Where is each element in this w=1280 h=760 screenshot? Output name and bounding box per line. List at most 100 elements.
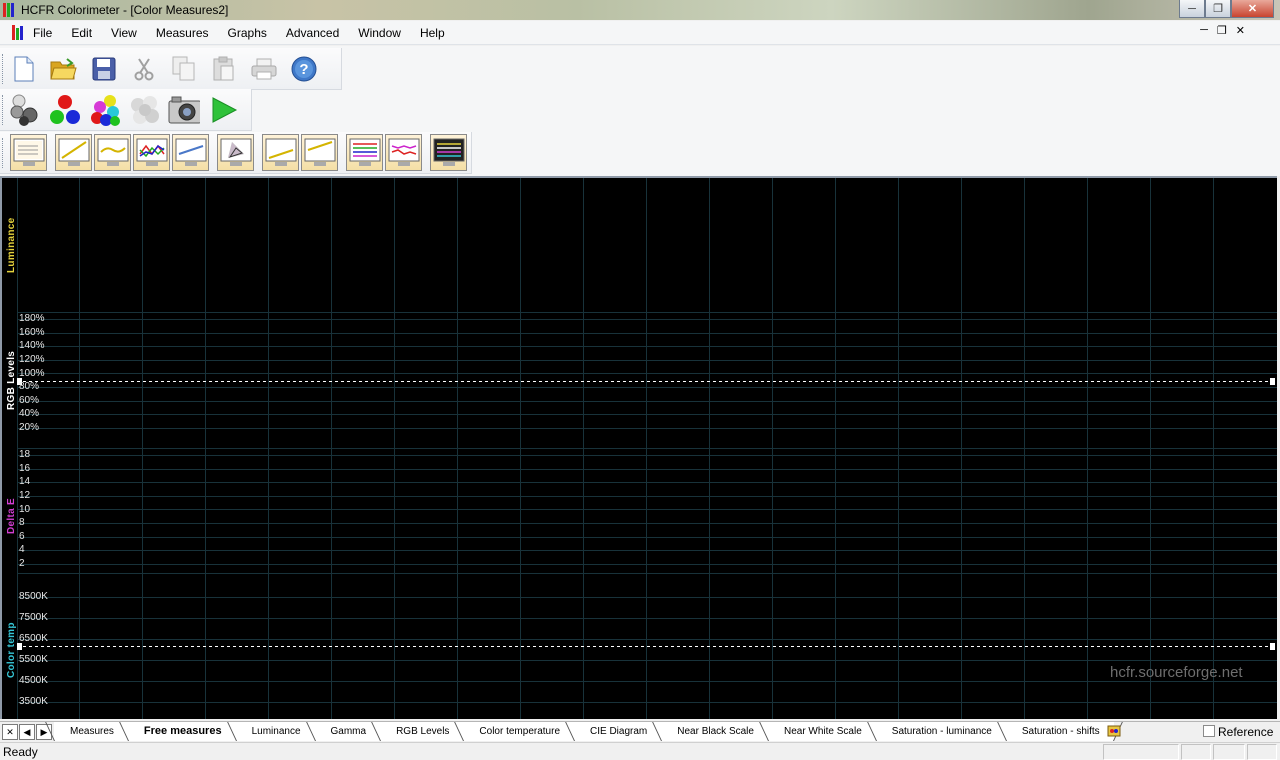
- saturation-measure-icon[interactable]: [128, 94, 160, 126]
- color-temp-tick: 3500K: [19, 696, 48, 707]
- color-temp-tick: 6500K: [19, 633, 48, 644]
- cie-diagram-icon[interactable]: [217, 134, 254, 171]
- window-title: HCFR Colorimeter - [Color Measures2]: [21, 3, 229, 17]
- gray-scale-measure-icon[interactable]: [8, 94, 40, 126]
- reference-line-handle[interactable]: [1270, 643, 1275, 650]
- delta-e-tick: 2: [19, 558, 25, 569]
- delta-e-tick: 10: [19, 504, 31, 515]
- status-panel: [1181, 744, 1211, 760]
- maximize-button[interactable]: ❐: [1205, 0, 1231, 18]
- rgb-tick: 120%: [19, 354, 45, 365]
- play-icon[interactable]: [208, 94, 240, 126]
- color-temperature-graph-icon[interactable]: [172, 134, 209, 171]
- app-icon: [3, 3, 17, 17]
- tab-luminance[interactable]: Luminance: [235, 722, 315, 741]
- menu-edit[interactable]: Edit: [71, 26, 92, 40]
- help-icon[interactable]: ?: [288, 53, 320, 85]
- menu-help[interactable]: Help: [420, 26, 445, 40]
- rgb-tick: 140%: [19, 340, 45, 351]
- tab-rgb-levels[interactable]: RGB Levels: [380, 722, 464, 741]
- rgb-levels-graph-icon[interactable]: [133, 134, 170, 171]
- document-icon[interactable]: [12, 25, 26, 40]
- gamma-graph-icon[interactable]: [94, 134, 131, 171]
- reference-measure-icon[interactable]: [1107, 724, 1121, 738]
- luminance-axis-label: Luminance: [6, 217, 17, 274]
- color-temp-tick: 8500K: [19, 591, 48, 602]
- graphs-toolbar: [0, 132, 472, 174]
- primary-colors-measure-icon[interactable]: [48, 94, 80, 126]
- color-temp-axis-label: Color temp: [6, 622, 17, 678]
- camera-icon[interactable]: [168, 94, 200, 126]
- saturation-luminance-graph-icon[interactable]: [346, 134, 383, 171]
- measure-toolbar: [0, 89, 252, 131]
- tab-near-white-scale[interactable]: Near White Scale: [767, 722, 876, 741]
- delta-e-tick: 16: [19, 463, 31, 474]
- status-panel: [1247, 744, 1277, 760]
- new-icon[interactable]: [8, 53, 40, 85]
- reference-checkbox[interactable]: [1203, 725, 1215, 737]
- doc-minimize-button[interactable]: ─: [1200, 24, 1208, 37]
- close-tab-button[interactable]: ✕: [2, 724, 18, 740]
- near-black-graph-icon[interactable]: [262, 134, 299, 171]
- toolbar-area: ?: [0, 46, 1280, 176]
- tab-color-temperature[interactable]: Color temperature: [463, 722, 575, 741]
- cut-icon[interactable]: [128, 53, 160, 85]
- status-panel: [1213, 744, 1245, 760]
- status-bar: Ready: [0, 742, 1280, 760]
- close-button[interactable]: ✕: [1231, 0, 1274, 18]
- luminance-graph-icon[interactable]: [55, 134, 92, 171]
- near-white-graph-icon[interactable]: [301, 134, 338, 171]
- tab-free-measures[interactable]: Free measures: [127, 722, 236, 741]
- doc-restore-button[interactable]: ❐: [1217, 24, 1227, 37]
- menu-file[interactable]: File: [33, 26, 52, 40]
- color-temp-tick: 5500K: [19, 654, 48, 665]
- delta-e-tick: 18: [19, 449, 31, 460]
- tab-saturation-luminance[interactable]: Saturation - luminance: [875, 722, 1006, 741]
- tab-scroll-left-button[interactable]: ◀: [19, 724, 35, 740]
- secondary-colors-measure-icon[interactable]: [88, 94, 120, 126]
- delta-e-tick: 4: [19, 544, 25, 555]
- menu-view[interactable]: View: [111, 26, 137, 40]
- tab-saturation-shifts[interactable]: Saturation - shifts: [1005, 722, 1114, 741]
- rgb-tick: 180%: [19, 313, 45, 324]
- delta-e-tick: 8: [19, 517, 25, 528]
- graph-grid: [17, 178, 1277, 719]
- menu-measures[interactable]: Measures: [156, 26, 209, 40]
- menu-graphs[interactable]: Graphs: [228, 26, 267, 40]
- title-bar: HCFR Colorimeter - [Color Measures2] ─ ❐…: [0, 0, 1280, 20]
- reference-label: Reference: [1218, 725, 1274, 739]
- menu-window[interactable]: Window: [358, 26, 401, 40]
- menu-advanced[interactable]: Advanced: [286, 26, 339, 40]
- status-text: Ready: [3, 745, 38, 759]
- menu-bar: File Edit View Measures Graphs Advanced …: [0, 21, 1280, 45]
- copy-icon[interactable]: [168, 53, 200, 85]
- delta-e-tick: 6: [19, 531, 25, 542]
- rgb-tick: 20%: [19, 422, 40, 433]
- print-icon[interactable]: [248, 53, 280, 85]
- delta-e-tick: 12: [19, 490, 31, 501]
- color-temp-tick: 7500K: [19, 612, 48, 623]
- open-folder-icon[interactable]: [48, 53, 80, 85]
- paste-icon[interactable]: [208, 53, 240, 85]
- rgb-tick: 80%: [19, 381, 40, 392]
- tab-near-black-scale[interactable]: Near Black Scale: [661, 722, 768, 741]
- rgb-tick: 40%: [19, 408, 40, 419]
- doc-close-button[interactable]: ✕: [1236, 24, 1245, 37]
- color-temp-tick: 4500K: [19, 675, 48, 686]
- minimize-button[interactable]: ─: [1179, 0, 1205, 18]
- rgb-tick: 60%: [19, 395, 40, 406]
- file-toolbar: ?: [0, 48, 342, 90]
- delta-e-tick: 14: [19, 476, 31, 487]
- save-icon[interactable]: [88, 53, 120, 85]
- tab-gamma[interactable]: Gamma: [314, 722, 381, 741]
- rgb-levels-axis-label: RGB Levels: [6, 350, 17, 410]
- measures-view-icon[interactable]: [10, 134, 47, 171]
- view-tab-bar: ✕ ◀ ▶ Measures Free measures Luminance G…: [0, 721, 1280, 742]
- rgb-tick: 100%: [19, 368, 45, 379]
- free-measures-graph[interactable]: Luminance RGB Levels Delta E Color temp …: [0, 176, 1277, 719]
- free-measures-graph-icon[interactable]: [430, 134, 467, 171]
- tab-measures[interactable]: Measures: [54, 722, 128, 741]
- saturation-shifts-graph-icon[interactable]: [385, 134, 422, 171]
- reference-line-handle[interactable]: [1270, 378, 1275, 385]
- tab-cie-diagram[interactable]: CIE Diagram: [574, 722, 662, 741]
